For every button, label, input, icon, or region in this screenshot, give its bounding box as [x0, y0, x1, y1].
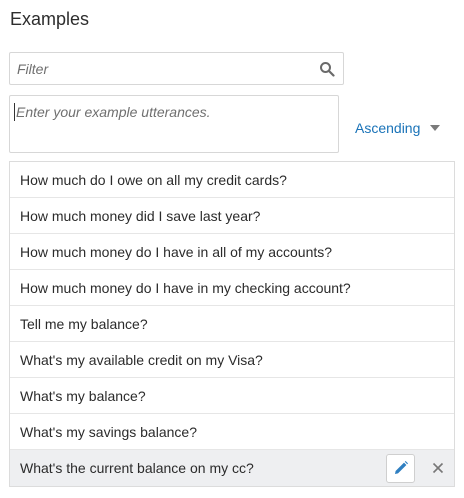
- example-text: Tell me my balance?: [20, 315, 148, 332]
- examples-list: How much do I owe on all my credit cards…: [9, 161, 455, 487]
- list-item[interactable]: How much money do I have in my checking …: [10, 270, 454, 306]
- sort-dropdown[interactable]: Ascending: [355, 118, 441, 138]
- example-text: How much money do I have in all of my ac…: [20, 243, 333, 260]
- list-item[interactable]: What's my available credit on my Visa?: [10, 342, 454, 378]
- utterance-field[interactable]: [9, 95, 339, 153]
- example-text: What's my balance?: [20, 387, 146, 404]
- utterance-input[interactable]: [10, 96, 338, 152]
- list-item[interactable]: What's my savings balance?: [10, 414, 454, 450]
- text-caret: [14, 103, 15, 121]
- row-actions: [386, 450, 454, 486]
- list-item[interactable]: How much money did I save last year?: [10, 198, 454, 234]
- list-item[interactable]: What's the current balance on my cc?: [10, 450, 454, 486]
- example-text: How much do I owe on all my credit cards…: [20, 171, 287, 188]
- pencil-icon: [394, 461, 408, 474]
- example-text: How much money did I save last year?: [20, 207, 261, 224]
- example-text: What's the current balance on my cc?: [20, 460, 254, 476]
- filter-field[interactable]: [9, 52, 344, 85]
- sort-label[interactable]: Ascending: [355, 120, 420, 136]
- close-icon: [432, 462, 444, 474]
- examples-panel: Examples Ascending How much do I owe on …: [0, 0, 464, 498]
- search-icon[interactable]: [319, 61, 335, 77]
- caret-down-icon[interactable]: [430, 125, 441, 131]
- delete-button[interactable]: [424, 454, 452, 482]
- example-text: How much money do I have in my checking …: [20, 279, 351, 296]
- section-title: Examples: [10, 9, 90, 29]
- example-text: What's my available credit on my Visa?: [20, 351, 263, 368]
- filter-input[interactable]: [10, 53, 343, 84]
- list-item[interactable]: How much money do I have in all of my ac…: [10, 234, 454, 270]
- list-item[interactable]: Tell me my balance?: [10, 306, 454, 342]
- edit-button[interactable]: [386, 453, 415, 483]
- list-item[interactable]: What's my balance?: [10, 378, 454, 414]
- list-item[interactable]: How much do I owe on all my credit cards…: [10, 162, 454, 198]
- example-text: What's my savings balance?: [20, 423, 197, 440]
